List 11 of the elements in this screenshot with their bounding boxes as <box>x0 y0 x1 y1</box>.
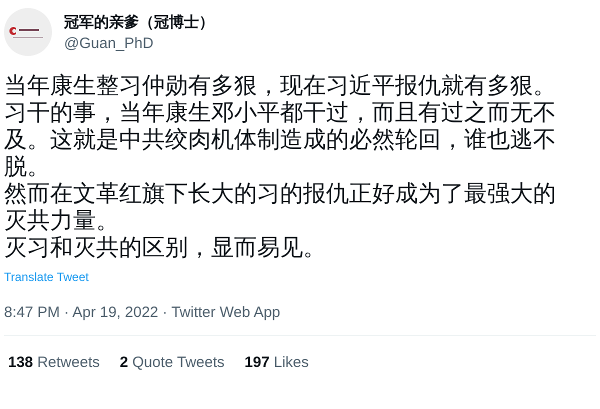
engagement-count[interactable]: 197 Likes <box>244 354 309 371</box>
tweet-timestamp: 8:47 PM · Apr 19, 2022 · Twitter Web App <box>4 304 282 321</box>
tweet-paragraph: 然而在文革红旗下长大的习的报仇正好成为了最强大的灭共力量。 <box>4 181 557 235</box>
tweet-paragraph: 当年康生整习仲勋有多狠，现在习近平报仇就有多狠。 <box>4 73 557 100</box>
author-name[interactable]: 冠军的亲爹（冠博士） <box>64 12 214 32</box>
tweet-paragraph: 习干的事，当年康生邓小平都干过，而且有过之而无不及。这就是中共绞肉机体制造成的必然轮回，谁也逃不脱。 <box>4 100 557 181</box>
engagement-count[interactable]: 138 Retweets <box>8 354 100 371</box>
tweet-paragraph: 灭习和灭共的区别，显而易见。 <box>4 235 327 262</box>
author-handle[interactable]: @Guan_PhD <box>64 34 214 52</box>
avatar <box>4 8 52 56</box>
engagement-count[interactable]: 2 Quote Tweets <box>120 354 225 371</box>
